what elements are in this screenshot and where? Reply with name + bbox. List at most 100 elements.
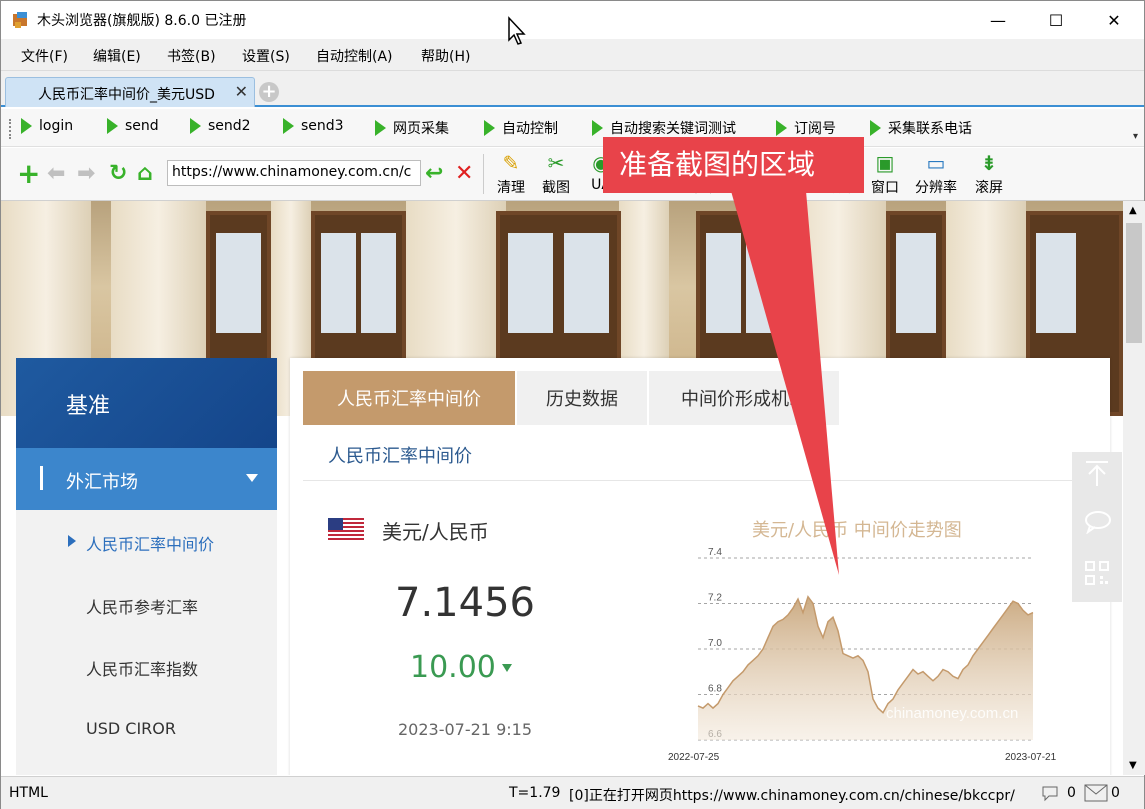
play-icon <box>21 118 32 134</box>
bookmark-subscription[interactable]: 订阅号 <box>776 118 836 138</box>
tool-window-button[interactable]: ▣ 窗口 <box>863 151 907 197</box>
add-icon[interactable]: + <box>17 160 40 188</box>
play-icon <box>776 120 787 136</box>
bookmark-label: send2 <box>208 118 251 134</box>
y-tick-label: 7.0 <box>708 638 722 649</box>
bookmark-send3[interactable]: send3 <box>283 118 344 134</box>
toolbar-grip <box>9 119 13 139</box>
message-count: 0 <box>1067 785 1076 801</box>
bookmark-login[interactable]: login <box>21 118 73 134</box>
tab-central-parity[interactable]: 人民币汇率中间价 <box>303 371 515 425</box>
message-icon[interactable] <box>1041 784 1059 802</box>
menu-bookmarks[interactable]: 书签(B) <box>167 46 216 66</box>
toolbar-divider <box>483 154 484 194</box>
refresh-icon[interactable]: ↻ <box>109 162 127 186</box>
sidebar-title: 基准 <box>66 394 111 419</box>
tool-scroll-button[interactable]: ⇟ 滚屏 <box>967 151 1011 197</box>
bookmark-label: 网页采集 <box>393 121 449 137</box>
tool-label: 滚屏 <box>975 180 1003 196</box>
sidebar-section-fx-market[interactable]: 外汇市场 <box>16 448 277 510</box>
menu-edit[interactable]: 编辑(E) <box>93 46 141 66</box>
browser-window: 木头浏览器(旗舰版) 8.6.0 已注册 — ☐ ✕ 文件(F) 编辑(E) 书… <box>0 0 1145 809</box>
title-bar: 木头浏览器(旗舰版) 8.6.0 已注册 — ☐ ✕ <box>1 1 1144 39</box>
bookmark-web-scrape[interactable]: 网页采集 <box>375 118 449 138</box>
qrcode-icon[interactable] <box>1084 560 1110 586</box>
status-time: T=1.79 <box>509 785 561 801</box>
scissors-icon: ✂ <box>547 151 565 175</box>
tab-label: 人民币汇率中间价 <box>337 389 481 410</box>
main-panel: 人民币汇率中间价 历史数据 中间价形成机制 人民币汇率中间价 美元/人民币 7.… <box>290 358 1110 775</box>
callout-label: 准备截图的区域 <box>603 137 864 193</box>
scrollbar-thumb[interactable] <box>1126 223 1142 343</box>
sidebar-header: 基准 <box>16 358 277 448</box>
tab-bar: 人民币汇率中间价_美元USD ✕ <box>1 71 1144 107</box>
chat-icon[interactable] <box>1084 510 1112 534</box>
section-marker <box>40 466 43 490</box>
back-to-top-icon[interactable] <box>1084 460 1110 488</box>
bookmark-label: login <box>39 118 74 134</box>
bookmark-label: send <box>125 118 159 134</box>
menu-help[interactable]: 帮助(H) <box>421 46 470 66</box>
sidebar: 基准 外汇市场 人民币汇率中间价 人民币参考汇率 人民币汇率指数 USD CIR… <box>16 358 277 775</box>
bookmark-label: send3 <box>301 118 344 134</box>
tab-active[interactable]: 人民币汇率中间价_美元USD ✕ <box>5 77 255 107</box>
maximize-icon: ☐ <box>1048 10 1064 30</box>
scroll-up-icon[interactable]: ▲ <box>1129 205 1137 216</box>
scroll-icon: ⇟ <box>980 151 998 175</box>
bookmarks-more-icon[interactable]: ▾ <box>1133 131 1138 142</box>
scroll-down-icon[interactable]: ▼ <box>1129 760 1137 771</box>
new-tab-button[interactable]: + <box>259 82 279 102</box>
sidebar-item-cny-index[interactable]: 人民币汇率指数 <box>86 656 198 680</box>
bookmark-auto-control[interactable]: 自动控制 <box>484 118 558 138</box>
tab-history[interactable]: 历史数据 <box>517 371 647 425</box>
close-button[interactable]: ✕ <box>1085 1 1143 39</box>
down-triangle-icon <box>502 664 512 672</box>
tool-broom-button[interactable]: ✎ 清理 <box>489 151 533 197</box>
play-icon <box>190 118 201 134</box>
forward-icon[interactable]: ➡ <box>77 162 95 186</box>
sidebar-item-cny-central-parity[interactable]: 人民币汇率中间价 <box>86 531 214 555</box>
menu-bar: 文件(F) 编辑(E) 书签(B) 设置(S) 自动控制(A) 帮助(H) <box>1 39 1144 71</box>
active-item-bullet-icon <box>68 535 76 547</box>
monitor-icon: ▭ <box>926 151 946 175</box>
bookmark-keyword-test[interactable]: 自动搜索关键词测试 <box>592 118 736 138</box>
rate-value: 7.1456 <box>395 580 535 626</box>
currency-pair: 美元/人民币 <box>382 520 489 544</box>
section-subtitle: 人民币汇率中间价 <box>328 446 472 467</box>
bookmark-bar: login send send2 send3 网页采集 自动控制 自动搜索关键词… <box>1 109 1144 147</box>
minimize-icon: — <box>990 10 1006 30</box>
sidebar-item-cny-reference-rate[interactable]: 人民币参考汇率 <box>86 594 198 618</box>
x-tick-label-start: 2022-07-25 <box>668 752 720 763</box>
tool-label: 截图 <box>542 180 570 196</box>
maximize-button[interactable]: ☐ <box>1027 1 1085 39</box>
sidebar-item-usd-ciror[interactable]: USD CIROR <box>86 719 176 738</box>
window-title: 木头浏览器(旗舰版) 8.6.0 已注册 <box>37 13 247 29</box>
callout-pointer <box>731 191 839 575</box>
play-icon <box>592 120 603 136</box>
bookmark-label: 自动搜索关键词测试 <box>610 121 736 137</box>
bookmark-collect-phone[interactable]: 采集联系电话 <box>870 118 972 138</box>
play-icon <box>870 120 881 136</box>
rate-change: 10.00 <box>410 650 496 685</box>
tool-scissors-button[interactable]: ✂ 截图 <box>534 151 578 197</box>
menu-settings[interactable]: 设置(S) <box>242 46 290 66</box>
stop-icon[interactable]: ✕ <box>455 162 473 186</box>
bookmark-label: 订阅号 <box>794 121 836 137</box>
tab-close-icon[interactable]: ✕ <box>235 82 248 101</box>
go-icon[interactable]: ↩ <box>425 162 443 186</box>
back-icon[interactable]: ⬅ <box>47 162 65 186</box>
tool-monitor-button[interactable]: ▭ 分辨率 <box>911 151 961 197</box>
bookmark-send[interactable]: send <box>107 118 159 134</box>
menu-file[interactable]: 文件(F) <box>21 46 68 66</box>
tab-label: 人民币汇率中间价_美元USD <box>38 87 215 103</box>
minimize-button[interactable]: — <box>969 1 1027 39</box>
home-icon[interactable]: ⌂ <box>137 162 153 186</box>
address-input[interactable]: https://www.chinamoney.com.cn/c <box>167 160 421 186</box>
app-logo-icon <box>13 12 27 28</box>
bookmark-send2[interactable]: send2 <box>190 118 251 134</box>
status-message: [0]正在打开网页https://www.chinamoney.com.cn/c… <box>569 788 1015 804</box>
menu-auto-control[interactable]: 自动控制(A) <box>316 46 393 66</box>
mail-icon[interactable] <box>1084 783 1108 803</box>
web-page: 基准 外汇市场 人民币汇率中间价 人民币参考汇率 人民币汇率指数 USD CIR… <box>1 201 1123 775</box>
x-tick-label-end: 2023-07-21 <box>1005 752 1057 763</box>
